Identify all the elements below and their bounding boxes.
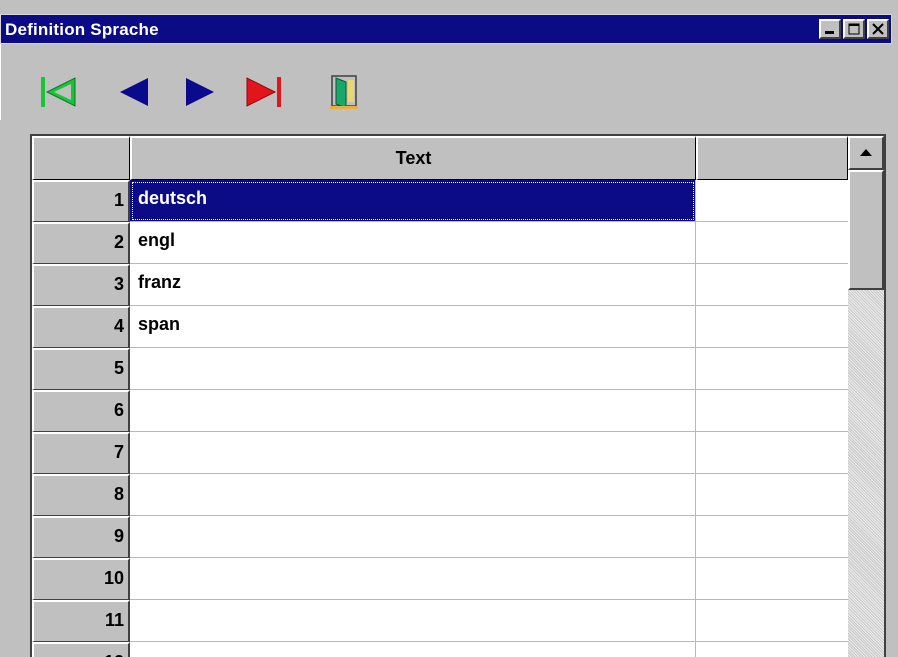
table-row[interactable]: 1 deutsch xyxy=(32,180,848,222)
text-cell[interactable] xyxy=(130,600,696,642)
row-number[interactable]: 4 xyxy=(32,306,130,348)
door-exit-icon xyxy=(330,75,358,109)
text-cell[interactable] xyxy=(130,642,696,657)
window-title: Definition Sprache xyxy=(5,20,159,39)
table-row[interactable]: 8 xyxy=(32,474,848,516)
language-grid: Text 1deutsch2engl3franz4span56789101112 xyxy=(30,134,886,657)
extra-cell[interactable] xyxy=(696,348,848,390)
row-number[interactable]: 8 xyxy=(32,474,130,516)
exit-button[interactable] xyxy=(321,72,367,112)
navigation-toolbar xyxy=(0,44,892,120)
table-row[interactable]: 7 xyxy=(32,432,848,474)
first-record-button[interactable] xyxy=(35,72,81,112)
definition-sprache-window: Definition Sprache Text 1 deutsch 2 engl… xyxy=(0,0,898,657)
table-row[interactable]: 4 span xyxy=(32,306,848,348)
text-cell[interactable]: franz xyxy=(130,264,696,306)
last-record-icon xyxy=(246,77,281,107)
table-row[interactable]: 11 xyxy=(32,600,848,642)
table-row[interactable]: 3 franz xyxy=(32,264,848,306)
previous-record-icon xyxy=(120,78,148,106)
maximize-icon xyxy=(845,21,863,37)
close-icon xyxy=(869,21,887,37)
extra-cell[interactable] xyxy=(696,390,848,432)
row-number[interactable]: 11 xyxy=(32,600,130,642)
table-row[interactable]: 9 xyxy=(32,516,848,558)
row-number[interactable]: 1 xyxy=(32,180,130,222)
text-cell[interactable] xyxy=(130,390,696,432)
extra-cell[interactable] xyxy=(696,642,848,657)
extra-cell[interactable] xyxy=(696,474,848,516)
row-number[interactable]: 6 xyxy=(32,390,130,432)
arrow-up-icon xyxy=(860,149,872,156)
extra-cell[interactable] xyxy=(696,264,848,306)
last-record-button[interactable] xyxy=(241,72,287,112)
extra-cell[interactable] xyxy=(696,180,848,222)
table-row[interactable]: 5 xyxy=(32,348,848,390)
row-number[interactable]: 7 xyxy=(32,432,130,474)
title-bar[interactable]: Definition Sprache xyxy=(0,14,892,44)
scrollbar-thumb[interactable] xyxy=(848,170,884,290)
extra-cell[interactable] xyxy=(696,600,848,642)
minimize-button[interactable] xyxy=(819,19,841,39)
row-number[interactable]: 9 xyxy=(32,516,130,558)
text-cell[interactable]: engl xyxy=(130,222,696,264)
text-cell[interactable] xyxy=(130,432,696,474)
text-cell[interactable]: span xyxy=(130,306,696,348)
extra-cell[interactable] xyxy=(696,306,848,348)
row-number[interactable]: 10 xyxy=(32,558,130,600)
row-number[interactable]: 12 xyxy=(32,642,130,657)
row-number[interactable]: 3 xyxy=(32,264,130,306)
close-button[interactable] xyxy=(867,19,889,39)
column-header-extra[interactable] xyxy=(696,136,848,180)
text-cell[interactable] xyxy=(130,516,696,558)
text-cell[interactable]: deutsch xyxy=(130,180,696,222)
next-record-button[interactable] xyxy=(177,72,223,112)
table-row[interactable]: 12 xyxy=(32,642,848,657)
first-record-icon xyxy=(41,77,76,107)
extra-cell[interactable] xyxy=(696,222,848,264)
previous-record-button[interactable] xyxy=(111,72,157,112)
table-row[interactable]: 10 xyxy=(32,558,848,600)
table-row[interactable]: 6 xyxy=(32,390,848,432)
row-number[interactable]: 5 xyxy=(32,348,130,390)
column-header-text[interactable]: Text xyxy=(130,136,696,180)
minimize-icon xyxy=(821,21,839,37)
row-header-corner[interactable] xyxy=(32,136,130,180)
table-row[interactable]: 2 engl xyxy=(32,222,848,264)
text-cell[interactable] xyxy=(130,558,696,600)
extra-cell[interactable] xyxy=(696,558,848,600)
maximize-button[interactable] xyxy=(843,19,865,39)
extra-cell[interactable] xyxy=(696,516,848,558)
text-cell[interactable] xyxy=(130,474,696,516)
scroll-up-button[interactable] xyxy=(848,136,884,170)
text-cell[interactable] xyxy=(130,348,696,390)
vertical-scrollbar[interactable] xyxy=(848,136,884,657)
next-record-icon xyxy=(186,78,214,106)
extra-cell[interactable] xyxy=(696,432,848,474)
row-number[interactable]: 2 xyxy=(32,222,130,264)
